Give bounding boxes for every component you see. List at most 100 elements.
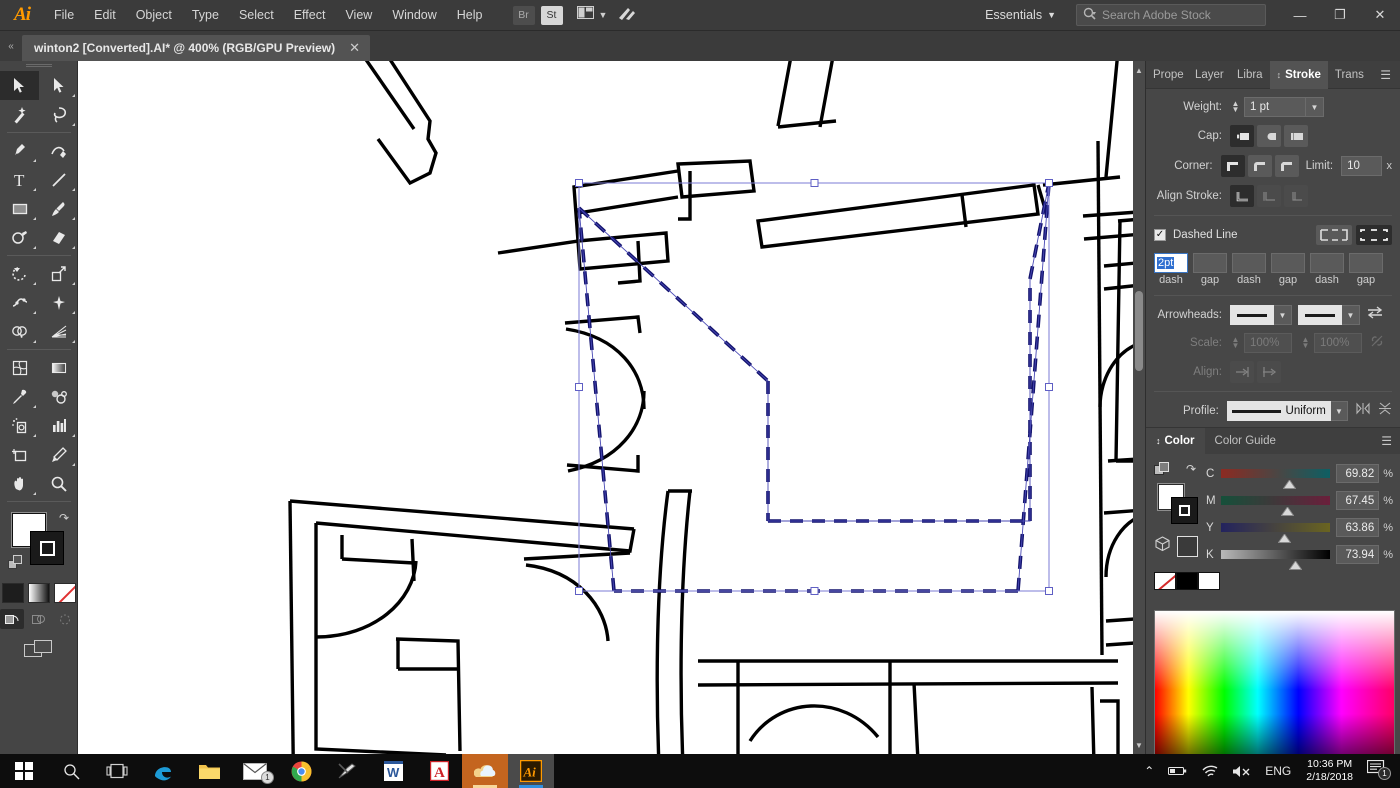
scroll-up-icon[interactable]: ▲ [1133,63,1145,77]
arrowhead-end-dropdown-icon[interactable]: ▼ [1342,305,1360,325]
preserve-exact-dash-button[interactable] [1316,225,1352,245]
clock[interactable]: 10:36 PM 2/18/2018 [1298,758,1361,784]
tab-layers[interactable]: Layer [1188,61,1230,89]
profile-preview[interactable]: Uniform [1226,401,1331,421]
action-center-icon[interactable]: 1 [1361,759,1396,782]
column-graph-tool[interactable] [39,411,78,440]
scroll-down-icon[interactable]: ▼ [1133,738,1145,752]
scale-tool[interactable] [39,259,78,288]
minimize-button[interactable]: — [1280,0,1320,31]
stock-button[interactable]: St [540,5,563,25]
round-cap-button[interactable] [1257,125,1281,147]
close-icon[interactable]: ✕ [349,40,360,56]
search-icon[interactable] [48,754,94,788]
word-icon[interactable]: W [370,754,416,788]
rectangle-tool[interactable] [0,194,39,223]
draw-inside-button[interactable] [53,609,77,629]
gradient-tool[interactable] [39,353,78,382]
pen-tool[interactable] [0,136,39,165]
menu-help[interactable]: Help [447,0,493,31]
bridge-button[interactable]: Br [512,5,535,25]
stroke-swatch[interactable] [30,531,64,565]
black-slider[interactable] [1220,549,1331,570]
selection-tool[interactable] [0,71,39,100]
menu-effect[interactable]: Effect [284,0,336,31]
menu-edit[interactable]: Edit [84,0,126,31]
dash-input-1[interactable]: 2pt [1154,253,1188,273]
mail-icon[interactable]: 1 [232,754,278,788]
workspace-switcher[interactable]: Essentials ▼ [979,3,1062,27]
weight-input[interactable]: 1 pt [1244,97,1306,117]
rotate-tool[interactable] [0,259,39,288]
paintbrush-tool[interactable] [39,194,78,223]
panel-menu-icon[interactable]: ☰ [1371,61,1400,89]
zoom-tool[interactable] [39,469,78,498]
chrome-icon[interactable] [278,754,324,788]
arrange-documents-button[interactable]: ▼ [576,6,607,24]
arrowhead-start-dropdown-icon[interactable]: ▼ [1274,305,1292,325]
mesh-tool[interactable] [0,353,39,382]
magenta-slider[interactable] [1220,495,1331,516]
align-center-button[interactable] [1230,185,1254,207]
dash-input-2[interactable] [1232,253,1266,273]
task-view-icon[interactable] [94,754,140,788]
profile-dropdown-icon[interactable]: ▼ [1330,401,1348,421]
restore-button[interactable]: ❐ [1320,0,1360,31]
none-button[interactable] [53,583,76,603]
illustrator-icon[interactable]: Ai [508,754,554,788]
scrollbar-thumb[interactable] [1135,291,1143,371]
dash-input-3[interactable] [1310,253,1344,273]
acrobat-icon[interactable]: A [416,754,462,788]
arrowhead-start-select[interactable]: ▼ [1230,305,1292,325]
round-join-button[interactable] [1247,155,1272,177]
weight-stepper[interactable]: ▲ ▼ [1230,100,1241,114]
lasso-tool[interactable] [39,100,78,129]
line-segment-tool[interactable] [39,165,78,194]
default-fill-stroke-icon[interactable] [8,555,24,576]
start-button[interactable] [0,754,48,788]
tab-stroke[interactable]: ↕ Stroke [1269,60,1328,89]
gap-input-2[interactable] [1271,253,1305,273]
tab-color[interactable]: ↕ Color [1146,428,1205,454]
flip-across-icon[interactable] [1378,402,1392,420]
align-outside-button[interactable] [1284,185,1308,207]
width-tool[interactable] [0,288,39,317]
weight-dropdown-icon[interactable]: ▼ [1306,97,1324,117]
align-inside-button[interactable] [1257,185,1281,207]
tab-transform[interactable]: Trans [1328,61,1370,89]
tab-libraries[interactable]: Libra [1230,61,1270,89]
color-current-swatch[interactable] [1177,536,1198,557]
swap-arrowheads-icon[interactable] [1367,306,1383,324]
battery-icon[interactable] [1161,765,1194,777]
align-dashes-corners-button[interactable] [1356,225,1392,245]
shaper-tool[interactable] [0,223,39,252]
snipping-tool-icon[interactable] [324,754,370,788]
perspective-grid-tool[interactable] [39,317,78,346]
menu-object[interactable]: Object [126,0,182,31]
show-hidden-icons-button[interactable]: ⌃ [1137,764,1161,778]
flip-along-icon[interactable] [1356,402,1370,420]
miter-join-button[interactable] [1220,155,1245,177]
color-spectrum-ramp[interactable] [1154,610,1395,755]
cyan-value[interactable]: 69.82 [1336,464,1380,483]
file-explorer-icon[interactable] [186,754,232,788]
canvas-vertical-scrollbar[interactable]: ▲ ▼ [1133,61,1145,754]
document-tab[interactable]: winton2 [Converted].AI* @ 400% (RGB/GPU … [22,35,370,61]
free-transform-tool[interactable] [39,288,78,317]
artboard[interactable] [78,61,1145,754]
draw-behind-button[interactable] [27,609,51,629]
hand-tool[interactable] [0,469,39,498]
curvature-tool[interactable] [39,136,78,165]
stock-search-input[interactable]: Search Adobe Stock [1076,4,1266,26]
fill-stroke-toggle-icon[interactable] [1154,462,1170,482]
yellow-value[interactable]: 63.86 [1336,518,1380,537]
symbol-sprayer-tool[interactable] [0,411,39,440]
black-slider-knob[interactable] [1288,557,1303,570]
menu-select[interactable]: Select [229,0,284,31]
gap-input-1[interactable] [1193,253,1227,273]
language-indicator[interactable]: ENG [1258,764,1298,778]
wifi-icon[interactable] [1194,765,1225,778]
screen-mode-button[interactable] [0,639,77,659]
shape-builder-tool[interactable] [0,317,39,346]
dashed-line-checkbox[interactable]: ✓ [1154,229,1166,241]
